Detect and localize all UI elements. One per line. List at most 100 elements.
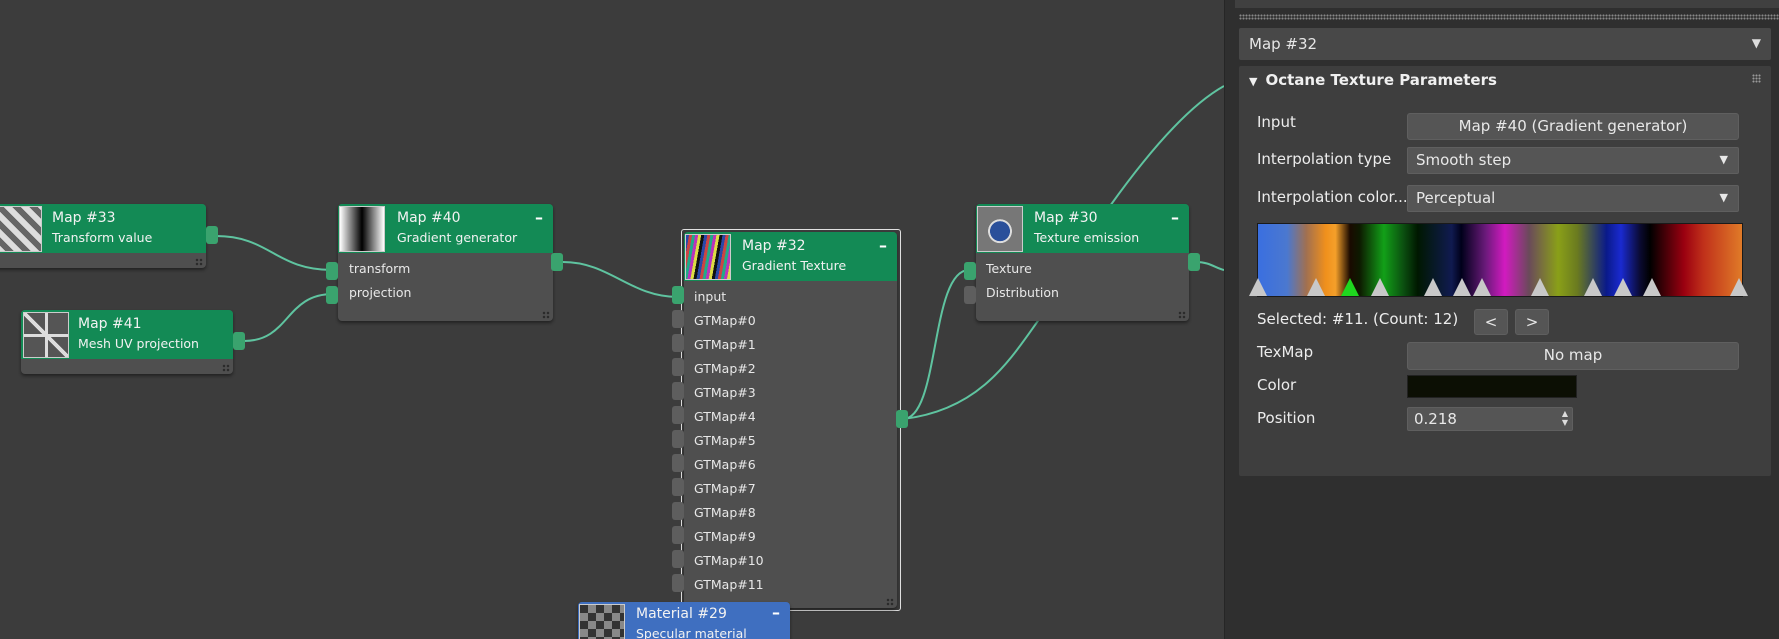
gradient-stop-marker[interactable]	[1730, 278, 1749, 296]
node-map32[interactable]: Map #32 Gradient Texture – input GTMap#0 G…	[684, 232, 897, 608]
output-port[interactable]	[896, 410, 908, 428]
gradient-stop-marker[interactable]	[1423, 278, 1442, 296]
resize-grip-icon[interactable]	[542, 311, 550, 319]
node-subtitle: Gradient generator	[397, 230, 518, 245]
interpolation-type-dropdown[interactable]: Smooth step ▼	[1407, 147, 1739, 174]
input-label: GTMap#10	[694, 553, 764, 568]
gradient-stop-marker[interactable]	[1642, 278, 1661, 296]
input-label: GTMap#1	[694, 337, 756, 352]
position-spinner[interactable]: 0.218 ▲ ▼	[1407, 407, 1573, 431]
panel-splitter[interactable]	[1239, 14, 1779, 20]
gradient-stop-marker[interactable]	[1584, 278, 1603, 296]
collapse-button[interactable]: –	[879, 236, 887, 255]
node-title: Map #32	[742, 238, 806, 254]
map-name-dropdown[interactable]: Map #32 ▼	[1239, 28, 1771, 60]
input-port[interactable]	[672, 358, 684, 376]
texmap-label: TexMap	[1257, 343, 1314, 361]
gradient-stop-marker[interactable]	[1453, 278, 1472, 296]
input-label: GTMap#0	[694, 313, 756, 328]
input-label: GTMap#11	[694, 577, 764, 592]
node-map41[interactable]: Map #41 Mesh UV projection	[21, 310, 233, 374]
input-port[interactable]	[672, 574, 684, 592]
input-label: GTMap#7	[694, 481, 756, 496]
position-label: Position	[1257, 409, 1316, 427]
rollout-header[interactable]: ▼ Octane Texture Parameters	[1249, 71, 1497, 89]
node-map33[interactable]: Map #33 Transform value	[0, 204, 206, 268]
resize-grip-icon[interactable]	[222, 364, 230, 372]
interpolation-type-value: Smooth step	[1416, 151, 1512, 169]
output-port[interactable]	[233, 332, 245, 350]
color-label: Color	[1257, 376, 1297, 394]
color-swatch[interactable]	[1407, 375, 1577, 398]
gradient-stop-marker[interactable]	[1472, 278, 1491, 296]
output-port[interactable]	[206, 226, 218, 244]
emission-thumbnail-icon	[977, 206, 1023, 252]
next-stop-button[interactable]: >	[1515, 309, 1549, 335]
input-label: GTMap#6	[694, 457, 756, 472]
node-subtitle: Mesh UV projection	[78, 336, 199, 351]
node-header: Material #29 Specular material –	[578, 602, 790, 639]
wire-map30-output-offscreen	[1195, 261, 1224, 271]
collapse-button[interactable]: –	[535, 208, 543, 227]
input-port[interactable]	[672, 526, 684, 544]
wire-map32-map30-texture	[902, 269, 970, 420]
input-label: GTMap#9	[694, 529, 756, 544]
gradient-stop-marker[interactable]	[1613, 278, 1632, 296]
node-header: Map #40 Gradient generator –	[338, 204, 553, 253]
input-port[interactable]	[672, 406, 684, 424]
input-port[interactable]	[672, 430, 684, 448]
node-map30[interactable]: Map #30 Texture emission – Texture Distr…	[976, 204, 1189, 321]
input-port[interactable]	[672, 334, 684, 352]
dropdown-arrow-icon: ▼	[1719, 153, 1728, 166]
node-subtitle: Texture emission	[1034, 230, 1140, 245]
gradient-stop-marker[interactable]	[1249, 278, 1267, 296]
gradient-stop-marker[interactable]	[1341, 278, 1360, 296]
input-map-button[interactable]: Map #40 (Gradient generator)	[1407, 113, 1739, 140]
collapse-button[interactable]: –	[772, 603, 780, 622]
rollout-options-icon[interactable]	[1752, 74, 1761, 83]
output-port[interactable]	[551, 253, 563, 271]
input-label: GTMap#5	[694, 433, 756, 448]
input-port-projection[interactable]	[326, 286, 338, 304]
selected-stop-text: Selected: #11. (Count: 12)	[1257, 310, 1459, 328]
resize-grip-icon[interactable]	[195, 258, 203, 266]
gradient-editor[interactable]	[1249, 223, 1749, 297]
input-port[interactable]	[672, 502, 684, 520]
collapse-button[interactable]: –	[1171, 208, 1179, 227]
input-port[interactable]	[672, 550, 684, 568]
resize-grip-icon[interactable]	[1178, 311, 1186, 319]
previous-stop-button[interactable]: <	[1474, 309, 1508, 335]
resize-grip-icon[interactable]	[886, 598, 894, 606]
input-port-texture[interactable]	[964, 262, 976, 280]
uv-projection-thumbnail-icon	[23, 312, 69, 358]
gradient-stop-marker[interactable]	[1307, 278, 1326, 296]
dropdown-arrow-icon: ▼	[1751, 36, 1761, 50]
node-subtitle: Gradient Texture	[742, 258, 847, 273]
output-port[interactable]	[1188, 253, 1200, 271]
input-port[interactable]	[672, 310, 684, 328]
node-map40[interactable]: Map #40 Gradient generator – transform p…	[338, 204, 553, 321]
input-port[interactable]	[672, 286, 684, 304]
dropdown-arrow-icon: ▼	[1719, 191, 1728, 204]
texmap-button[interactable]: No map	[1407, 342, 1739, 370]
node-editor-canvas[interactable]: Map #33 Transform value Map #41 Mesh UV …	[0, 0, 1224, 639]
input-label: input	[694, 289, 727, 304]
interpolation-color-value: Perceptual	[1416, 189, 1496, 207]
input-label: GTMap#4	[694, 409, 756, 424]
input-label: GTMap#8	[694, 505, 756, 520]
input-port-distribution[interactable]	[964, 286, 976, 304]
spinner-arrows-icon[interactable]: ▲ ▼	[1562, 409, 1568, 427]
node-header: Map #30 Texture emission –	[976, 204, 1189, 253]
input-port[interactable]	[672, 382, 684, 400]
gradient-stop-marker[interactable]	[1530, 278, 1549, 296]
interpolation-color-dropdown[interactable]: Perceptual ▼	[1407, 185, 1739, 212]
input-port[interactable]	[672, 454, 684, 472]
node-title: Map #30	[1034, 210, 1098, 226]
node-material29[interactable]: Material #29 Specular material –	[578, 602, 790, 639]
node-subtitle: Specular material	[636, 626, 747, 639]
gradient-stop-marker[interactable]	[1370, 278, 1389, 296]
input-port-transform[interactable]	[326, 262, 338, 280]
input-label: Distribution	[986, 285, 1059, 300]
input-port[interactable]	[672, 478, 684, 496]
interpolation-color-label: Interpolation color...	[1257, 188, 1408, 206]
